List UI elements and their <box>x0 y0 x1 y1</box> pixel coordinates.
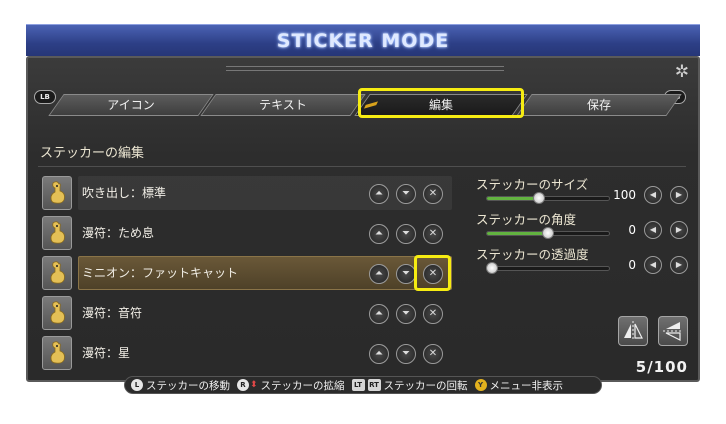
x-icon[interactable]: ✕ <box>423 344 443 364</box>
size-label: ステッカーのサイズ <box>476 177 589 192</box>
lb-bumper-icon: LB <box>34 90 56 104</box>
right-arrow-icon[interactable]: ▶ <box>670 221 688 239</box>
hint-move: ステッカーの移動 <box>146 379 230 392</box>
up-arrow-icon[interactable]: ⏶ <box>369 224 389 244</box>
right-arrow-icon[interactable]: ▶ <box>670 256 688 274</box>
down-arrow-icon[interactable]: ⏷ <box>396 224 416 244</box>
rt-trigger-icon: RT <box>367 379 381 391</box>
x-icon[interactable]: ✕ <box>423 304 443 324</box>
sticker-name: 漫符：星 <box>82 346 131 360</box>
slider-knob[interactable] <box>485 262 498 274</box>
tab-text-label: テキスト <box>259 98 307 112</box>
angle-setting: ステッカーの角度 0 ◀ ▶ <box>476 209 692 244</box>
up-arrow-icon[interactable]: ⏶ <box>369 344 389 364</box>
tab-save-label: 保存 <box>586 98 611 112</box>
left-arrow-icon[interactable]: ◀ <box>644 186 662 204</box>
chocobo-icon <box>42 256 72 290</box>
sticker-list: 吹き出し：標準 ⏶ ⏷ ✕ 漫符：ため息 ⏶ ⏷ ✕ ミニオン：ファットキャット… <box>40 174 454 374</box>
angle-slider[interactable] <box>486 227 610 239</box>
down-arrow-icon[interactable]: ⏷ <box>396 344 416 364</box>
sticker-name: ミニオン：ファットキャット <box>82 266 239 280</box>
hint-scale: ステッカーの拡縮 <box>260 379 345 392</box>
down-arrow-icon[interactable]: ⏷ <box>396 304 416 324</box>
control-hints: L ステッカーの移動 R ⬍ ステッカーの拡縮 LT RT ステッカーの回転 Y… <box>124 376 602 394</box>
angle-value: 0 <box>628 223 636 237</box>
sticker-count: 5/100 <box>635 358 688 376</box>
down-arrow-icon[interactable]: ⏷ <box>396 264 416 284</box>
window-title: STICKER MODE <box>276 29 450 52</box>
left-arrow-icon[interactable]: ◀ <box>644 221 662 239</box>
sticker-name: 漫符：ため息 <box>82 226 155 240</box>
y-button-icon: Y <box>474 379 487 391</box>
tab-icons-label: アイコン <box>107 98 155 112</box>
sticker-row[interactable]: 吹き出し：標準 ⏶ ⏷ ✕ <box>40 174 454 214</box>
delete-highlight-box <box>414 255 451 291</box>
left-arrow-icon[interactable]: ◀ <box>644 256 662 274</box>
section-title: ステッカーの編集 <box>40 146 145 161</box>
size-value: 100 <box>613 188 636 202</box>
tab-highlight-box <box>358 88 524 118</box>
opacity-value: 0 <box>628 258 636 272</box>
chocobo-icon <box>42 336 72 370</box>
divider <box>38 166 686 167</box>
chocobo-icon <box>42 296 72 330</box>
chocobo-icon <box>42 176 72 210</box>
lt-trigger-icon: LT <box>351 379 365 391</box>
flip-vertical-icon <box>663 322 683 341</box>
title-banner: STICKER MODE <box>26 24 700 56</box>
up-arrow-icon[interactable]: ⏶ <box>369 184 389 204</box>
size-setting: ステッカーのサイズ 100 ◀ ▶ <box>476 174 692 209</box>
sticker-row[interactable]: 漫符：ため息 ⏶ ⏷ ✕ <box>40 214 454 254</box>
r-stick-icon: R <box>237 379 249 391</box>
sticker-row[interactable]: 漫符：星 ⏶ ⏷ ✕ <box>40 334 454 374</box>
sticker-panel: ✲ LB RB アイコン テキスト 編集 保存 ステッカーの編集 吹き出し：標準… <box>26 56 700 382</box>
slider-knob[interactable] <box>542 227 554 239</box>
chocobo-icon <box>42 216 72 250</box>
up-arrow-icon[interactable]: ⏶ <box>369 304 389 324</box>
gear-icon[interactable]: ✲ <box>672 62 692 82</box>
x-icon[interactable]: ✕ <box>423 184 443 204</box>
sticker-name: 吹き出し：標準 <box>82 186 167 200</box>
l-stick-icon: L <box>131 379 143 391</box>
dpad-updown-icon: ⬍ <box>250 380 258 390</box>
sticker-name: 漫符：音符 <box>82 306 143 320</box>
down-arrow-icon[interactable]: ⏷ <box>396 184 416 204</box>
size-slider[interactable] <box>486 192 610 204</box>
sticker-row[interactable]: ミニオン：ファットキャット ⏶ ⏷ ✕ <box>40 254 454 294</box>
opacity-setting: ステッカーの透過度 0 ◀ ▶ <box>476 244 692 279</box>
sticker-settings: ステッカーのサイズ 100 ◀ ▶ ステッカーの角度 0 ◀ ▶ ステッカーの透… <box>476 174 692 279</box>
slider-knob[interactable] <box>533 192 546 204</box>
hint-hide-menu: メニュー非表示 <box>489 379 564 392</box>
flip-vertical-button[interactable] <box>658 316 688 346</box>
tab-bar: LB RB アイコン テキスト 編集 保存 <box>28 88 698 118</box>
sticker-row[interactable]: 漫符：音符 ⏶ ⏷ ✕ <box>40 294 454 334</box>
flip-horizontal-button[interactable] <box>618 316 648 346</box>
x-icon[interactable]: ✕ <box>423 224 443 244</box>
angle-label: ステッカーの角度 <box>476 212 577 227</box>
flip-horizontal-icon <box>624 321 643 341</box>
drag-handle[interactable] <box>226 66 504 71</box>
up-arrow-icon[interactable]: ⏶ <box>369 264 389 284</box>
right-arrow-icon[interactable]: ▶ <box>670 186 688 204</box>
opacity-slider[interactable] <box>485 262 610 274</box>
opacity-label: ステッカーの透過度 <box>476 247 589 262</box>
hint-rotate: ステッカーの回転 <box>383 379 468 392</box>
